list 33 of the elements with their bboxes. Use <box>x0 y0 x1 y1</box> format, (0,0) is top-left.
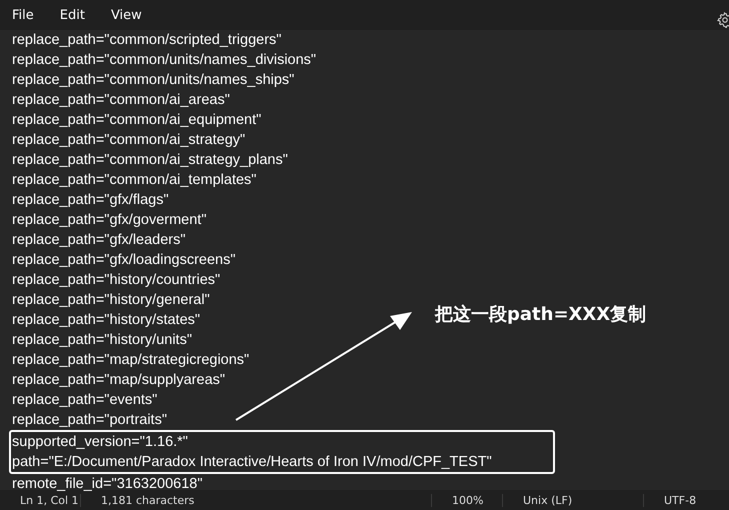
code-line: replace_path="common/units/names_ships" <box>12 71 294 90</box>
code-line: replace_path="portraits" <box>12 411 167 430</box>
code-line: supported_version="1.16.*" <box>12 433 188 452</box>
status-item: 1,181 characters <box>81 494 432 506</box>
code-line: path="E:/Document/Paradox Interactive/Hearts of Iron IV/mod/CPF_TEST" <box>12 453 492 472</box>
status-item: 100% <box>432 494 503 506</box>
menu-item[interactable]: File <box>12 4 42 26</box>
code-line: replace_path="history/general" <box>12 291 210 310</box>
status-item: UTF-8 <box>663 494 696 506</box>
menu-item[interactable]: Edit <box>60 4 93 26</box>
code-line: replace_path="map/strategicregions" <box>12 351 250 370</box>
menu-item[interactable]: View <box>110 4 150 26</box>
status-item: Unix (LF) <box>503 494 644 506</box>
status-item: Ln 1, Col 1 <box>0 494 81 506</box>
code-line: replace_path="map/supplyareas" <box>12 371 226 390</box>
code-line: replace_path="history/states" <box>12 311 200 330</box>
code-line: replace_path="history/countries" <box>12 271 220 290</box>
code-line: replace_path="events" <box>12 391 158 410</box>
code-line: replace_path="common/ai_areas" <box>12 91 230 110</box>
code-line: replace_path="common/ai_strategy" <box>12 131 246 150</box>
code-line: replace_path="gfx/leaders" <box>12 231 186 250</box>
code-line: remote_file_id="3163200618" <box>12 475 202 494</box>
code-line: replace_path="common/ai_templates" <box>12 171 256 190</box>
code-line: replace_path="gfx/flags" <box>12 191 169 210</box>
code-line: replace_path="common/scripted_triggers" <box>12 31 282 50</box>
code-line: replace_path="common/ai_strategy_plans" <box>12 151 288 170</box>
annotation-text: 把这一段path=XXX复制 <box>435 303 646 326</box>
code-line: replace_path="history/units" <box>12 331 192 350</box>
code-line: replace_path="common/units/names_divisions" <box>12 51 316 70</box>
code-line: replace_path="gfx/loadingscreens" <box>12 251 236 270</box>
code-line: replace_path="gfx/goverment" <box>12 211 206 230</box>
code-line: replace_path="common/ai_equipment" <box>12 111 262 130</box>
settings-icon[interactable] <box>717 12 729 28</box>
